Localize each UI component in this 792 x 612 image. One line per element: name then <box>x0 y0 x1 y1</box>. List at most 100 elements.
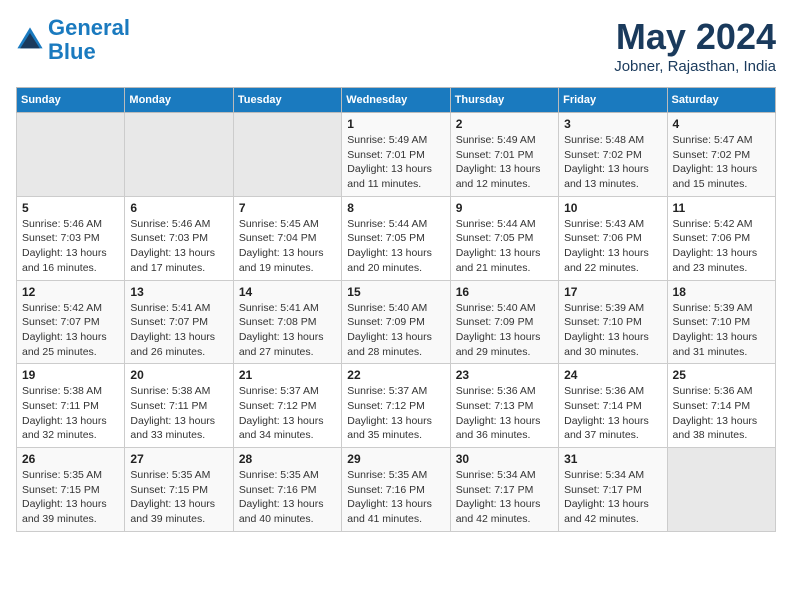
day-cell-18: 18 Sunrise: 5:39 AM Sunset: 7:10 PM Dayli… <box>667 280 775 364</box>
day-number: 2 <box>456 117 553 131</box>
day-info: Sunrise: 5:49 AM Sunset: 7:01 PM Dayligh… <box>456 133 553 192</box>
calendar-week-4: 19Sunrise: 5:38 AM Sunset: 7:11 PM Dayli… <box>17 364 776 448</box>
logo-blue: Blue <box>48 39 96 64</box>
day-number: 28 <box>239 452 336 466</box>
calendar-table: SundayMondayTuesdayWednesdayThursdayFrid… <box>16 87 776 532</box>
weekday-header-thursday: Thursday <box>450 88 558 113</box>
calendar-week-5: 26 Sunrise: 5:35 AM Sunset: 7:15 PM Dayli… <box>17 448 776 532</box>
empty-cell <box>233 113 341 197</box>
day-number: 26 <box>22 452 119 466</box>
empty-cell <box>125 113 233 197</box>
day-number: 25 <box>673 368 770 382</box>
day-number: 22 <box>347 368 444 382</box>
day-number: 9 <box>456 201 553 215</box>
day-cell-30: 30 Sunrise: 5:34 AM Sunset: 7:17 PM Dayli… <box>450 448 558 532</box>
location-title: Jobner, Rajasthan, India <box>614 58 776 75</box>
day-number: 29 <box>347 452 444 466</box>
day-info: Sunrise: 5:36 AM Sunset: 7:13 PM Dayligh… <box>456 384 553 443</box>
day-info: Sunrise: 5:46 AM Sunset: 7:03 PM Dayligh… <box>130 217 227 276</box>
day-number: 27 <box>130 452 227 466</box>
day-info: Sunrise: 5:43 AM Sunset: 7:06 PM Dayligh… <box>564 217 661 276</box>
day-cell-5: 5 Sunrise: 5:46 AM Sunset: 7:03 PM Daylig… <box>17 196 125 280</box>
empty-cell <box>17 113 125 197</box>
calendar-week-1: 1Sunrise: 5:49 AM Sunset: 7:01 PM Daylig… <box>17 113 776 197</box>
day-number: 30 <box>456 452 553 466</box>
day-number: 15 <box>347 285 444 299</box>
day-info: Sunrise: 5:45 AM Sunset: 7:04 PM Dayligh… <box>239 217 336 276</box>
day-cell-3: 3Sunrise: 5:48 AM Sunset: 7:02 PM Daylig… <box>559 113 667 197</box>
day-number: 17 <box>564 285 661 299</box>
day-cell-28: 28 Sunrise: 5:35 AM Sunset: 7:16 PM Dayli… <box>233 448 341 532</box>
day-info: Sunrise: 5:35 AM Sunset: 7:16 PM Dayligh… <box>347 468 444 527</box>
day-cell-2: 2 Sunrise: 5:49 AM Sunset: 7:01 PM Daylig… <box>450 113 558 197</box>
day-cell-31: 31Sunrise: 5:34 AM Sunset: 7:17 PM Dayli… <box>559 448 667 532</box>
empty-cell <box>667 448 775 532</box>
day-info: Sunrise: 5:47 AM Sunset: 7:02 PM Dayligh… <box>673 133 770 192</box>
day-cell-22: 22 Sunrise: 5:37 AM Sunset: 7:12 PM Dayli… <box>342 364 450 448</box>
day-cell-29: 29 Sunrise: 5:35 AM Sunset: 7:16 PM Dayli… <box>342 448 450 532</box>
day-cell-27: 27 Sunrise: 5:35 AM Sunset: 7:15 PM Dayli… <box>125 448 233 532</box>
day-info: Sunrise: 5:41 AM Sunset: 7:08 PM Dayligh… <box>239 301 336 360</box>
day-info: Sunrise: 5:44 AM Sunset: 7:05 PM Dayligh… <box>347 217 444 276</box>
calendar-week-3: 12 Sunrise: 5:42 AM Sunset: 7:07 PM Dayli… <box>17 280 776 364</box>
day-number: 16 <box>456 285 553 299</box>
day-cell-16: 16 Sunrise: 5:40 AM Sunset: 7:09 PM Dayli… <box>450 280 558 364</box>
day-cell-8: 8 Sunrise: 5:44 AM Sunset: 7:05 PM Daylig… <box>342 196 450 280</box>
day-number: 24 <box>564 368 661 382</box>
day-info: Sunrise: 5:35 AM Sunset: 7:15 PM Dayligh… <box>130 468 227 527</box>
day-info: Sunrise: 5:38 AM Sunset: 7:11 PM Dayligh… <box>22 384 119 443</box>
day-cell-24: 24 Sunrise: 5:36 AM Sunset: 7:14 PM Dayli… <box>559 364 667 448</box>
weekday-header-friday: Friday <box>559 88 667 113</box>
day-info: Sunrise: 5:35 AM Sunset: 7:16 PM Dayligh… <box>239 468 336 527</box>
day-info: Sunrise: 5:38 AM Sunset: 7:11 PM Dayligh… <box>130 384 227 443</box>
day-info: Sunrise: 5:37 AM Sunset: 7:12 PM Dayligh… <box>239 384 336 443</box>
day-info: Sunrise: 5:42 AM Sunset: 7:06 PM Dayligh… <box>673 217 770 276</box>
day-number: 6 <box>130 201 227 215</box>
weekday-header-monday: Monday <box>125 88 233 113</box>
day-number: 23 <box>456 368 553 382</box>
day-cell-10: 10 Sunrise: 5:43 AM Sunset: 7:06 PM Dayli… <box>559 196 667 280</box>
day-cell-15: 15 Sunrise: 5:40 AM Sunset: 7:09 PM Dayli… <box>342 280 450 364</box>
day-info: Sunrise: 5:49 AM Sunset: 7:01 PM Dayligh… <box>347 133 444 192</box>
day-number: 3 <box>564 117 661 131</box>
day-number: 12 <box>22 285 119 299</box>
logo-general: General <box>48 15 130 40</box>
weekday-header-saturday: Saturday <box>667 88 775 113</box>
day-info: Sunrise: 5:42 AM Sunset: 7:07 PM Dayligh… <box>22 301 119 360</box>
day-cell-13: 13Sunrise: 5:41 AM Sunset: 7:07 PM Dayli… <box>125 280 233 364</box>
page-header: General Blue May 2024 Jobner, Rajasthan,… <box>16 16 776 75</box>
day-number: 5 <box>22 201 119 215</box>
day-info: Sunrise: 5:39 AM Sunset: 7:10 PM Dayligh… <box>673 301 770 360</box>
day-number: 18 <box>673 285 770 299</box>
logo: General Blue <box>16 16 130 64</box>
day-info: Sunrise: 5:37 AM Sunset: 7:12 PM Dayligh… <box>347 384 444 443</box>
day-number: 8 <box>347 201 444 215</box>
day-info: Sunrise: 5:40 AM Sunset: 7:09 PM Dayligh… <box>347 301 444 360</box>
day-number: 31 <box>564 452 661 466</box>
day-info: Sunrise: 5:46 AM Sunset: 7:03 PM Dayligh… <box>22 217 119 276</box>
day-number: 13 <box>130 285 227 299</box>
day-info: Sunrise: 5:40 AM Sunset: 7:09 PM Dayligh… <box>456 301 553 360</box>
day-number: 10 <box>564 201 661 215</box>
day-number: 4 <box>673 117 770 131</box>
day-info: Sunrise: 5:36 AM Sunset: 7:14 PM Dayligh… <box>564 384 661 443</box>
day-number: 11 <box>673 201 770 215</box>
weekday-header-sunday: Sunday <box>17 88 125 113</box>
title-block: May 2024 Jobner, Rajasthan, India <box>614 16 776 75</box>
day-cell-19: 19Sunrise: 5:38 AM Sunset: 7:11 PM Dayli… <box>17 364 125 448</box>
day-cell-25: 25 Sunrise: 5:36 AM Sunset: 7:14 PM Dayli… <box>667 364 775 448</box>
day-info: Sunrise: 5:36 AM Sunset: 7:14 PM Dayligh… <box>673 384 770 443</box>
day-cell-4: 4 Sunrise: 5:47 AM Sunset: 7:02 PM Daylig… <box>667 113 775 197</box>
day-cell-7: 7 Sunrise: 5:45 AM Sunset: 7:04 PM Daylig… <box>233 196 341 280</box>
day-cell-21: 21Sunrise: 5:37 AM Sunset: 7:12 PM Dayli… <box>233 364 341 448</box>
day-info: Sunrise: 5:35 AM Sunset: 7:15 PM Dayligh… <box>22 468 119 527</box>
day-cell-1: 1Sunrise: 5:49 AM Sunset: 7:01 PM Daylig… <box>342 113 450 197</box>
day-cell-12: 12 Sunrise: 5:42 AM Sunset: 7:07 PM Dayli… <box>17 280 125 364</box>
day-number: 7 <box>239 201 336 215</box>
weekday-header-wednesday: Wednesday <box>342 88 450 113</box>
day-cell-6: 6 Sunrise: 5:46 AM Sunset: 7:03 PM Daylig… <box>125 196 233 280</box>
day-cell-11: 11 Sunrise: 5:42 AM Sunset: 7:06 PM Dayli… <box>667 196 775 280</box>
day-info: Sunrise: 5:39 AM Sunset: 7:10 PM Dayligh… <box>564 301 661 360</box>
day-info: Sunrise: 5:34 AM Sunset: 7:17 PM Dayligh… <box>456 468 553 527</box>
day-cell-14: 14Sunrise: 5:41 AM Sunset: 7:08 PM Dayli… <box>233 280 341 364</box>
